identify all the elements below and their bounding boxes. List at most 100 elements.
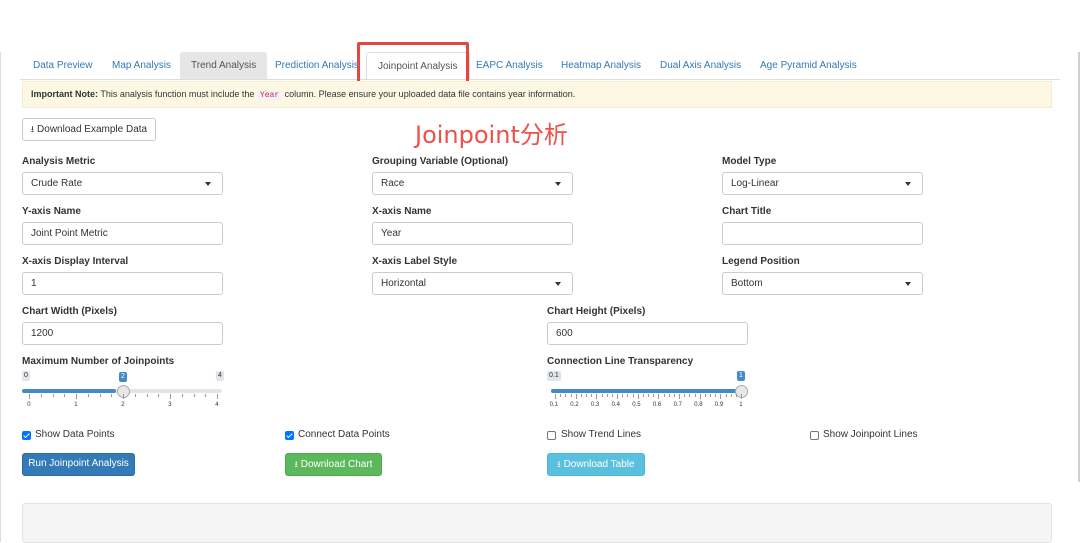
tab-dual-axis-analysis[interactable]: Dual Axis Analysis [649, 52, 752, 79]
y-axis-name-input[interactable]: Joint Point Metric [22, 222, 223, 245]
x-axis-name-input[interactable]: Year [372, 222, 573, 245]
run-label: Run Joinpoint Analysis [28, 458, 129, 469]
slider-tick-label: 2 [121, 402, 125, 408]
slider-tick-label: 0.6 [652, 402, 662, 408]
tab-trend-analysis[interactable]: Trend Analysis [180, 52, 268, 79]
slider-tick [76, 394, 77, 399]
slider-tick-label: 0.1 [549, 402, 558, 408]
chart-width-label: Chart Width (Pixels) [22, 306, 117, 317]
max-joinpoints-label: Maximum Number of Joinpoints [22, 356, 175, 367]
note-prefix: Important Note: [31, 89, 98, 99]
slider-tick [123, 394, 124, 399]
download-table-button[interactable]: ⭳ Download Table [547, 453, 645, 476]
connect-data-points-checkbox[interactable] [285, 431, 294, 440]
slider-tick-label: 0.3 [590, 402, 600, 408]
slider-tick [735, 394, 737, 397]
slider-tick [29, 394, 30, 399]
slider-tick [689, 394, 691, 397]
show-trend-lines-checkbox[interactable] [547, 431, 556, 440]
chevron-down-icon [905, 182, 911, 186]
download-chart-label: Download Chart [300, 459, 373, 470]
analysis-metric-select[interactable]: Crude Rate [22, 172, 223, 195]
download-example-label: Download Example Data [37, 124, 148, 135]
chevron-down-icon [905, 282, 911, 286]
x-axis-name-label: X-axis Name [372, 206, 432, 217]
download-example-data-button[interactable]: ⭳ Download Example Data [22, 118, 156, 141]
model-type-select[interactable]: Log-Linear [722, 172, 923, 195]
slider-tick [580, 394, 582, 397]
show-trend-lines-label: Show Trend Lines [561, 429, 642, 440]
chevron-down-icon [205, 182, 211, 186]
show-data-points-checkbox[interactable] [22, 431, 31, 440]
tab-age-pyramid-analysis[interactable]: Age Pyramid Analysis [749, 52, 868, 79]
slider-tick [694, 394, 696, 397]
show-joinpoint-lines-checkbox[interactable] [810, 431, 819, 440]
slider-tick [217, 394, 218, 399]
note-text-after: column. Please ensure your uploaded data… [282, 89, 576, 99]
chart-title-input[interactable] [722, 222, 923, 245]
download-table-label: Download Table [563, 459, 635, 470]
download-chart-button[interactable]: ⭳ Download Chart [285, 453, 382, 476]
slider-tick-label: 0.4 [611, 402, 620, 408]
important-note-banner: Important Note: This analysis function m… [22, 81, 1052, 108]
legend-position-select[interactable]: Bottom [722, 272, 923, 295]
slider-tick [679, 394, 680, 399]
analysis-metric-label: Analysis Metric [22, 156, 96, 167]
note-code: Year [256, 90, 283, 101]
slider-tick [627, 394, 629, 397]
slider-tick [596, 394, 598, 399]
show-joinpoint-lines-label: Show Joinpoint Lines [823, 429, 918, 440]
connect-data-points-label: Connect Data Points [298, 429, 390, 440]
tab-underline [20, 79, 1060, 80]
transparency-fill [551, 389, 737, 393]
slider-tick-label: 1 [739, 402, 743, 408]
grouping-variable-select[interactable]: Race [372, 172, 573, 195]
download-icon: ⭳ [294, 459, 298, 469]
transparency-min: 0.1 [547, 371, 561, 381]
chart-width-input[interactable]: 1200 [22, 322, 223, 345]
slider-tick [586, 394, 587, 397]
slider-tick [158, 394, 160, 397]
slider-tick [601, 394, 603, 397]
slider-tick [565, 394, 567, 397]
x-axis-interval-input[interactable]: 1 [22, 272, 223, 295]
slider-tick [648, 394, 649, 397]
slider-tick [64, 394, 66, 397]
slider-tick [715, 394, 717, 397]
slider-tick [704, 394, 706, 397]
y-axis-name-value: Joint Point Metric [31, 228, 108, 239]
chart-height-input[interactable]: 600 [547, 322, 748, 345]
tab-heatmap-analysis[interactable]: Heatmap Analysis [550, 52, 652, 79]
slider-tick [730, 394, 732, 397]
run-joinpoint-analysis-button[interactable]: Run Joinpoint Analysis [22, 453, 135, 476]
overlay-title: Joinpoint分析 [415, 121, 568, 149]
slider-tick [170, 394, 171, 399]
grouping-variable-value: Race [381, 178, 405, 189]
show-data-points-label: Show Data Points [35, 429, 115, 440]
legend-position-value: Bottom [731, 278, 763, 289]
slider-tick [591, 394, 593, 397]
x-axis-name-value: Year [381, 228, 402, 239]
left-divider [0, 52, 1, 542]
tab-data-preview[interactable]: Data Preview [22, 52, 103, 79]
slider-tick [40, 394, 42, 397]
slider-tick-label: 0.7 [673, 402, 682, 408]
slider-tick [111, 394, 113, 397]
slider-tick-label: 0.8 [694, 402, 703, 408]
chart-height-value: 600 [556, 328, 573, 339]
x-axis-label-style-select[interactable]: Horizontal [372, 272, 573, 295]
slider-tick [658, 394, 660, 399]
slider-tick [710, 394, 711, 397]
slider-tick [146, 394, 148, 397]
note-text-before: This analysis function must include the [98, 89, 257, 99]
slider-tick [668, 394, 670, 397]
slider-tick [653, 394, 655, 397]
slider-tick [560, 394, 562, 397]
slider-tick-label: 4 [215, 402, 219, 408]
tab-eapc-analysis[interactable]: EAPC Analysis [465, 52, 554, 79]
tab-map-analysis[interactable]: Map Analysis [101, 52, 182, 79]
slider-tick [720, 394, 722, 399]
tab-prediction-analysis[interactable]: Prediction Analysis [264, 52, 370, 79]
max-joinpoints-min: 0 [22, 371, 30, 381]
download-icon: ⭳ [30, 124, 35, 134]
